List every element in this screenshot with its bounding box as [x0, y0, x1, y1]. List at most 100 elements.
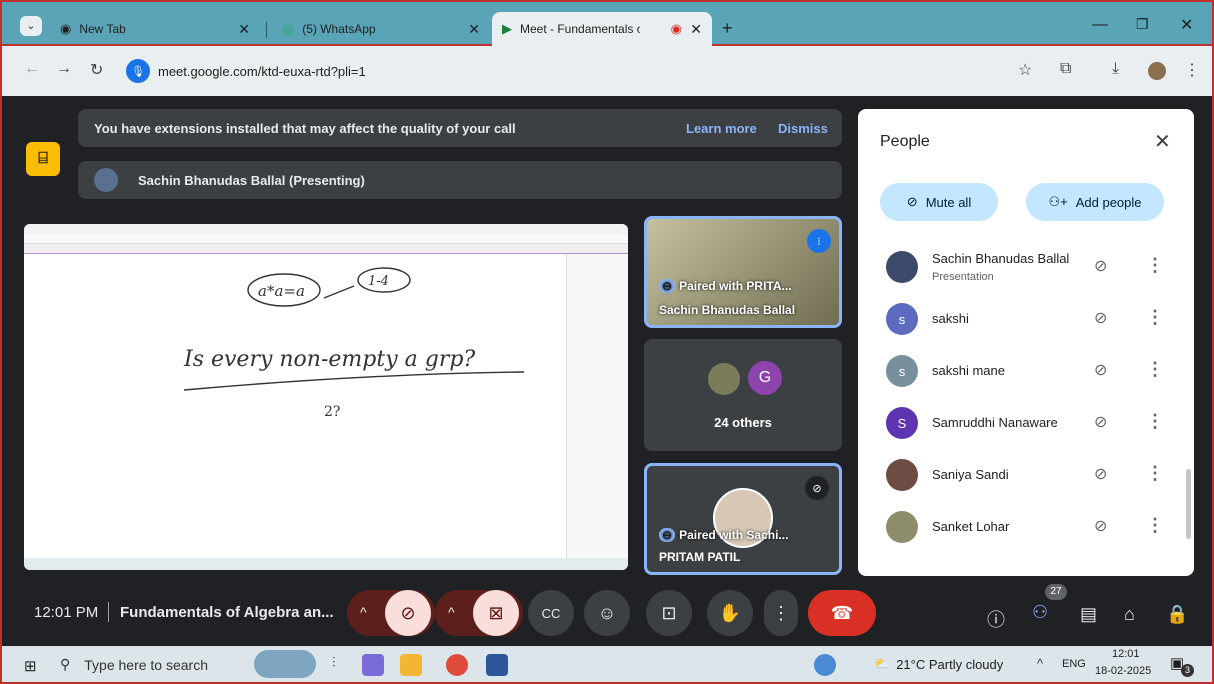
reload-icon[interactable]: ↻ — [90, 60, 103, 80]
back-icon[interactable]: ← — [24, 60, 40, 78]
url-text: meet.google.com/ktd-euxa-rtd?pli=1 — [158, 63, 366, 79]
ink-text-4: 2? — [324, 404, 340, 420]
window-close-button[interactable]: ✕ — [1180, 15, 1193, 35]
profile-avatar[interactable] — [1148, 62, 1166, 80]
leave-call-button[interactable]: ☎ — [808, 590, 876, 636]
info-icon[interactable]: ⓘ — [987, 606, 1005, 632]
recording-icon: ◉ — [670, 21, 682, 36]
meet-area: ⌸ You have extensions installed that may… — [0, 96, 1214, 646]
participant-name: sakshi — [932, 311, 969, 326]
participant-name: sakshi mane — [932, 363, 1005, 378]
more-options-icon[interactable]: ⋮ — [1146, 359, 1164, 380]
scrollbar[interactable] — [1186, 469, 1191, 539]
close-icon[interactable]: ✕ — [238, 21, 250, 38]
avatar — [886, 251, 918, 283]
bookmark-star-icon[interactable]: ☆ — [1018, 60, 1032, 80]
avatar: G — [748, 361, 782, 395]
divider — [108, 602, 109, 622]
meet-tray-icon[interactable] — [814, 654, 836, 676]
activities-icon[interactable]: ⌂ — [1124, 604, 1135, 625]
browser-toolbar: ← → ↻ 🎙 meet.google.com/ktd-euxa-rtd?pli… — [0, 46, 1214, 96]
forward-icon[interactable]: → — [56, 60, 72, 78]
close-icon[interactable]: ✕ — [468, 21, 480, 38]
presenting-banner: Sachin Bhanudas Ballal (Presenting) — [78, 161, 842, 199]
participant-row[interactable]: Sachin Bhanudas Ballal Presentation ⊘ ⋮ — [858, 241, 1194, 293]
tab-meet[interactable]: ▶ Meet - Fundamentals of Alg ◉ ✕ — [492, 12, 712, 46]
search-placeholder: Type here to search — [84, 656, 209, 673]
people-count-badge: 27 — [1045, 584, 1067, 600]
copilot-icon[interactable] — [362, 654, 384, 676]
more-options-icon[interactable]: ⋮ — [1146, 463, 1164, 484]
chrome-icon[interactable] — [446, 654, 468, 676]
paired-label: ⊖ Paired with Sachi... — [659, 528, 788, 542]
clock-date[interactable]: 18-02-2025 — [1095, 665, 1151, 677]
tile-pritam[interactable]: ⊘ ⊖ Paired with Sachi... PRITAM PATIL — [644, 463, 842, 575]
participant-row[interactable]: s sakshi mane ⊘ ⋮ — [858, 345, 1194, 397]
file-explorer-icon[interactable] — [400, 654, 422, 676]
menu-icon[interactable]: ⋮ — [1184, 60, 1200, 80]
avatar — [94, 168, 118, 192]
tile-sachin[interactable]: ⁝ ⊖ Paired with PRITA... Sachin Bhanudas … — [644, 216, 842, 328]
host-lock-icon[interactable]: 🔒 — [1166, 604, 1188, 625]
close-icon[interactable]: ✕ — [1154, 129, 1171, 154]
people-panel: People ✕ ⊘ Mute all ⚇+ Add people Sachin B… — [858, 109, 1194, 576]
more-options-icon[interactable]: ⋮ — [1146, 515, 1164, 536]
mic-off-icon: ⊘ — [906, 194, 918, 209]
site-info-icon[interactable]: 🎙 — [126, 59, 150, 83]
tab-new-tab[interactable]: ◉ New Tab ✕ — [50, 12, 260, 46]
people-icon[interactable]: ⚇ — [1032, 602, 1062, 630]
presenter-taskbar — [24, 558, 628, 570]
present-button[interactable]: ⊡ — [646, 590, 692, 636]
avatar: s — [886, 303, 918, 335]
chevron-up-icon[interactable]: ^ — [448, 604, 455, 620]
camera-off-button[interactable]: ⊠ — [473, 590, 519, 636]
tab-search-button[interactable]: ⌄ — [20, 16, 42, 36]
widgets-icon[interactable] — [254, 650, 316, 678]
tile-others[interactable]: G 24 others — [644, 339, 842, 451]
more-options-icon[interactable]: ⋮ — [1146, 411, 1164, 432]
participant-row[interactable]: Saniya Sandi ⊘ ⋮ — [858, 449, 1194, 501]
dismiss-button[interactable]: Dismiss — [778, 121, 828, 136]
mute-all-button[interactable]: ⊘ Mute all — [880, 183, 998, 221]
taskbar-search[interactable]: ⚲ Type here to search — [60, 656, 208, 673]
chrome-icon: ◉ — [60, 21, 72, 36]
extensions-icon[interactable]: ⧉ — [1060, 60, 1071, 78]
close-icon[interactable]: ✕ — [690, 21, 702, 38]
avatar: S — [886, 407, 918, 439]
restore-button[interactable]: ❐ — [1136, 16, 1149, 33]
task-view-icon[interactable]: ⫶ — [332, 654, 354, 676]
captions-button[interactable]: CC — [528, 590, 574, 636]
minimize-button[interactable]: — — [1092, 16, 1108, 34]
host-controls-icon[interactable]: ⌸ — [26, 142, 60, 176]
participant-row[interactable]: s sakshi ⊘ ⋮ — [858, 293, 1194, 345]
whatsapp-icon: ◎ — [282, 20, 295, 37]
language-indicator[interactable]: ENG — [1062, 658, 1086, 670]
chat-icon[interactable]: ▤ — [1080, 604, 1097, 625]
more-options-button[interactable]: ⋮ — [764, 590, 798, 636]
windows-taskbar: ⊞ ⚲ Type here to search ⫶ ⛅ 21°C Partly … — [0, 646, 1214, 684]
mic-off-icon: ⊘ — [805, 476, 829, 500]
learn-more-link[interactable]: Learn more — [686, 121, 757, 136]
mic-off-button[interactable]: ⊘ — [385, 590, 431, 636]
browser-tab-bar: ⌄ ◉ New Tab ✕ ◎ (5) WhatsApp ✕ ▶ Meet - … — [0, 0, 1214, 46]
onenote-tabs — [24, 244, 628, 254]
chevron-up-icon[interactable]: ^ — [1037, 656, 1043, 671]
word-icon[interactable] — [486, 654, 508, 676]
paired-label: ⊖ Paired with PRITA... — [659, 279, 792, 293]
participant-row[interactable]: S Samruddhi Nanaware ⊘ ⋮ — [858, 397, 1194, 449]
more-options-icon[interactable]: ⋮ — [1146, 307, 1164, 328]
download-icon[interactable]: ⤓ — [1112, 60, 1119, 78]
more-options-icon[interactable]: ⋮ — [1146, 255, 1164, 276]
chevron-up-icon[interactable]: ^ — [360, 604, 367, 620]
extension-warning-banner: You have extensions installed that may a… — [78, 109, 842, 147]
raise-hand-button[interactable]: ✋ — [707, 590, 753, 636]
emoji-button[interactable]: ☺ — [584, 590, 630, 636]
tab-whatsapp[interactable]: ◎ (5) WhatsApp ✕ — [272, 12, 490, 46]
weather-widget[interactable]: ⛅ 21°C Partly cloudy — [874, 656, 1003, 672]
participant-row[interactable]: Sanket Lohar ⊘ ⋮ — [858, 501, 1194, 553]
windows-start-icon[interactable]: ⊞ — [24, 657, 37, 675]
clock-time[interactable]: 12:01 — [1112, 648, 1140, 660]
address-bar[interactable]: 🎙 meet.google.com/ktd-euxa-rtd?pli=1 — [122, 55, 1052, 87]
new-tab-button[interactable]: + — [722, 18, 733, 39]
add-people-button[interactable]: ⚇+ Add people — [1026, 183, 1164, 221]
